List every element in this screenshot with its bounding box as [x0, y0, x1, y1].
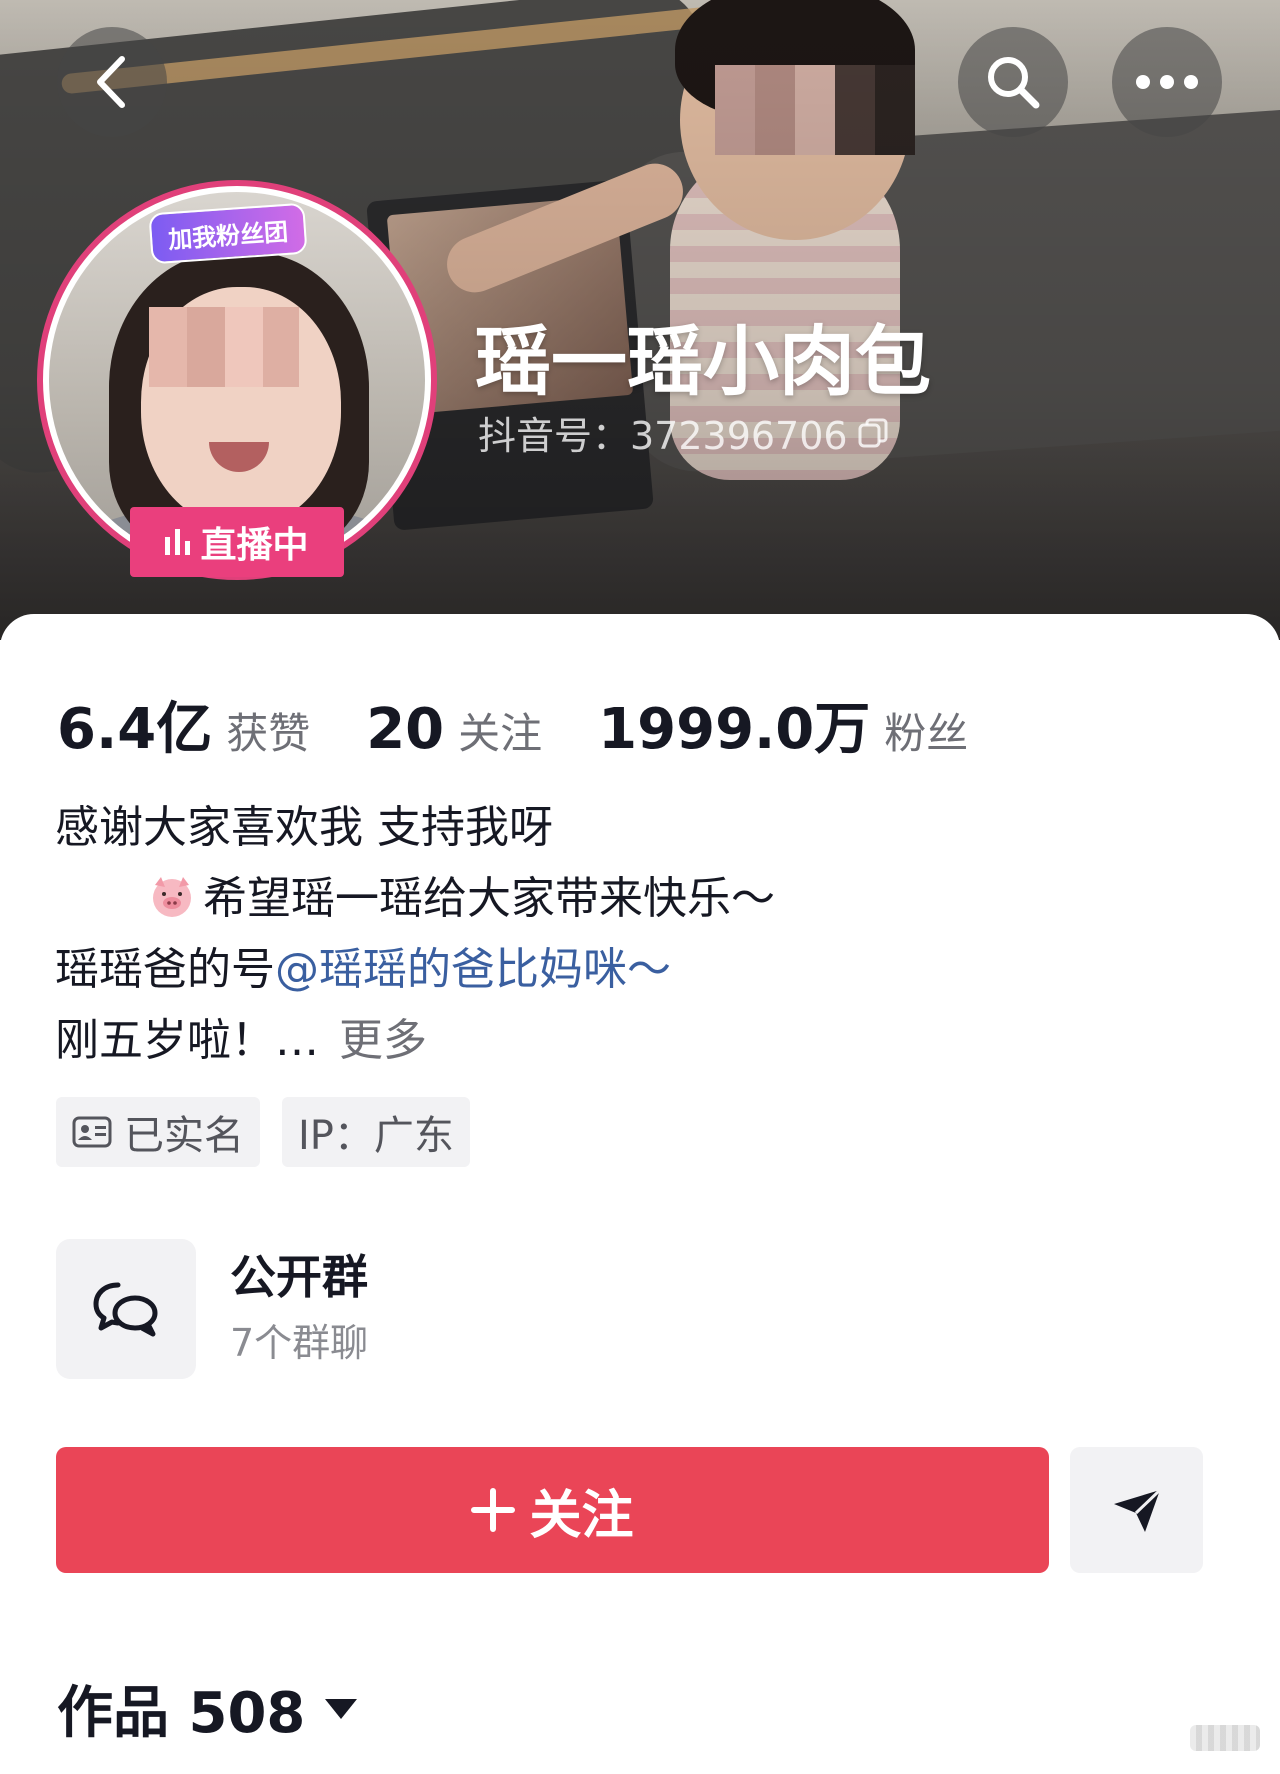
mention-link[interactable]: @瑶瑶的爸比妈咪～: [275, 944, 671, 995]
live-badge[interactable]: 直播中: [130, 507, 344, 577]
group-icon-box: [56, 1239, 196, 1379]
more-button[interactable]: [1112, 27, 1222, 137]
ellipsis-icon: [1136, 75, 1198, 89]
bio-line: 刚五岁啦！… 更多: [55, 1005, 775, 1076]
bio-line3-prefix: 瑶瑶爸的号: [55, 944, 275, 995]
profile-nickname: 瑶一瑶小肉包: [475, 317, 931, 406]
copy-icon[interactable]: [856, 416, 890, 450]
profile-bio[interactable]: 感谢大家喜欢我 支持我呀 希望瑶一瑶给大家带来快乐～ 瑶瑶爸的号@瑶瑶的爸比妈咪…: [55, 792, 775, 1076]
group-subtitle: 7个群聊: [230, 1321, 369, 1365]
send-icon: [1113, 1488, 1161, 1532]
blurred-watermark: [1190, 1725, 1260, 1751]
chevron-left-icon: [97, 56, 125, 108]
works-count-label: 作品 508: [57, 1681, 306, 1746]
stat-value: 1999.0万: [598, 697, 871, 762]
ip-location-label: IP：广东: [298, 1113, 454, 1159]
follow-button[interactable]: 关注: [56, 1447, 1049, 1573]
stat-label: 获赞: [226, 709, 311, 758]
verified-tag[interactable]: 已实名: [56, 1097, 260, 1167]
bio-line: 希望瑶一瑶给大家带来快乐～: [55, 863, 775, 934]
follow-button-label: 关注: [529, 1485, 634, 1546]
bio-line: 感谢大家喜欢我 支持我呀: [55, 802, 553, 853]
stat-label: 关注: [458, 709, 543, 758]
group-title: 公开群: [230, 1250, 368, 1304]
live-badge-label: 直播中: [200, 525, 309, 566]
stat-followers[interactable]: 1999.0万 粉丝: [598, 684, 968, 765]
ip-location-tag: IP：广东: [282, 1097, 470, 1167]
douyin-id[interactable]: 抖音号：372396706: [478, 405, 890, 460]
back-button[interactable]: [57, 27, 167, 137]
live-bars-icon: [165, 529, 191, 555]
caret-down-icon[interactable]: [325, 1698, 358, 1719]
plus-icon: [471, 1488, 516, 1532]
profile-tags: 已实名 IP：广东: [56, 1097, 470, 1167]
stat-following[interactable]: 20 关注: [366, 697, 542, 762]
bio-line: 瑶瑶爸的号@瑶瑶的爸比妈咪～: [55, 934, 775, 1005]
stat-value: 20: [366, 697, 445, 762]
public-group-entry[interactable]: 公开群 7个群聊: [56, 1239, 368, 1379]
douyin-id-text: 抖音号：372396706: [478, 414, 848, 458]
bio-line2-text: 希望瑶一瑶给大家带来快乐～: [203, 873, 775, 924]
group-text: 公开群 7个群聊: [230, 1247, 368, 1371]
pig-face-icon: [153, 877, 191, 917]
profile-stats: 6.4亿 获赞 20 关注 1999.0万 粉丝: [57, 684, 1024, 765]
stat-likes[interactable]: 6.4亿 获赞: [57, 684, 310, 765]
message-share-button[interactable]: [1070, 1447, 1203, 1573]
search-icon: [988, 57, 1040, 109]
bio-more-link[interactable]: 更多: [339, 1015, 427, 1066]
verified-tag-label: 已实名: [124, 1113, 244, 1159]
id-card-icon: [72, 1116, 112, 1148]
works-tab[interactable]: 作品 508: [57, 1668, 358, 1749]
fan-club-badge[interactable]: 加我粉丝团: [148, 202, 308, 265]
profile-info-card: 6.4亿 获赞 20 关注 1999.0万 粉丝 感谢大家喜欢我 支持我呀 希望…: [0, 614, 1280, 1774]
stat-value: 6.4亿: [57, 697, 213, 762]
bio-line4-text: 刚五岁啦！…: [55, 1015, 319, 1066]
chat-bubbles-icon: [93, 1282, 158, 1337]
search-button[interactable]: [958, 27, 1068, 137]
avatar-face-mosaic: [149, 307, 299, 387]
stat-label: 粉丝: [884, 709, 969, 758]
